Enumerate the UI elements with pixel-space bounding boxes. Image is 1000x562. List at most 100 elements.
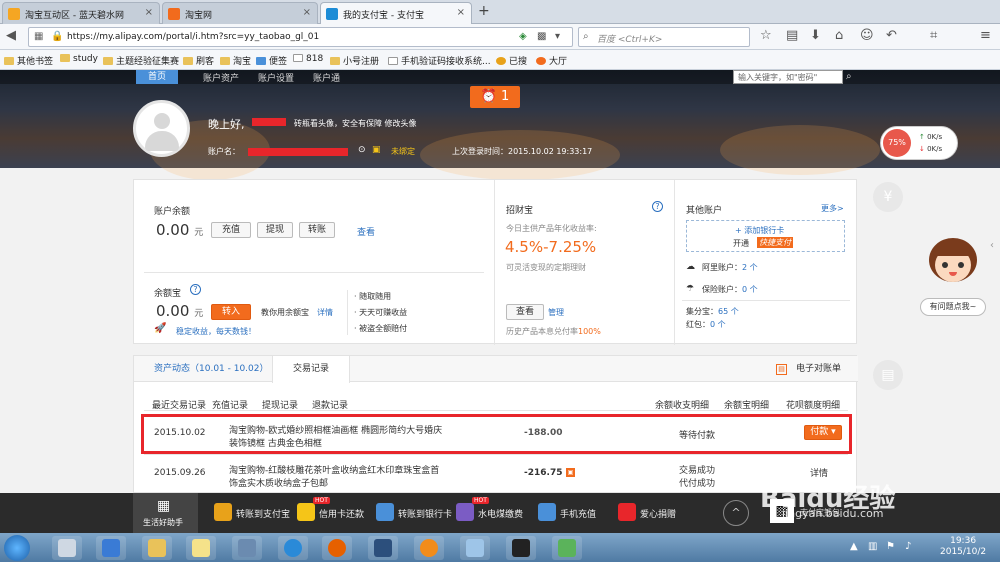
yuebao-detail-link[interactable]: 详情	[317, 307, 333, 318]
arrow-up-icon: ↑	[919, 133, 928, 141]
other-more-link[interactable]: 更多>	[821, 203, 844, 214]
bookmark-item[interactable]: 手机验证码接收系统...	[388, 54, 491, 67]
taskbar-app[interactable]	[186, 536, 216, 560]
avatar-tip[interactable]: 砖瓶看头像，安全有保障 修改头像	[294, 118, 417, 129]
tab-asset-activity[interactable]: 资产动态（10.01 - 10.02）	[154, 356, 269, 382]
note-icon	[256, 57, 266, 65]
record-date: 2015.09.26	[154, 468, 206, 478]
signal-icon[interactable]: ▲	[850, 541, 858, 552]
alarm-notification[interactable]: ⏰ 1	[470, 86, 520, 108]
taskbar-app[interactable]	[232, 536, 262, 560]
folder-icon	[183, 57, 193, 65]
menu-item-home[interactable]: 首页	[136, 70, 179, 84]
taskbar-app[interactable]	[142, 536, 172, 560]
zhaocaibao-manage-link[interactable]: 管理	[548, 307, 564, 318]
record-desc[interactable]: 淘宝购物-红酸枝雕花茶叶盒收纳盒红木印章珠宝盒首	[229, 463, 439, 476]
withdraw-button[interactable]: 提现	[257, 222, 293, 238]
undo-icon[interactable]: ↶	[886, 28, 897, 44]
taskbar-app[interactable]	[506, 536, 536, 560]
new-tab-icon[interactable]: +	[478, 3, 490, 19]
menu-item-tong[interactable]: 账户通	[313, 71, 340, 84]
user-icon[interactable]: ⊙	[358, 145, 366, 155]
flag-icon[interactable]: ⚑	[886, 541, 895, 552]
taobao-favicon-icon	[168, 8, 180, 20]
credit-card-icon	[297, 503, 315, 521]
recharge-button[interactable]: 充值	[211, 222, 251, 238]
tab-taobao-forum[interactable]: 淘宝互动区 - 蓝天碧水网 ×	[2, 2, 160, 24]
lobby-icon	[536, 57, 546, 65]
start-button[interactable]	[4, 535, 30, 561]
yen-icon[interactable]: ¥	[873, 182, 903, 212]
taskbar-app[interactable]	[552, 536, 582, 560]
balance-view-link[interactable]: 查看	[357, 225, 375, 238]
tab-taobao[interactable]: 淘宝网 ×	[162, 2, 318, 24]
transfer-button[interactable]: 转账	[299, 222, 335, 238]
home-icon[interactable]: ⌂	[835, 28, 843, 44]
search-icon[interactable]: ⌕	[846, 71, 852, 82]
phone-icon[interactable]: ▣	[372, 145, 381, 155]
yuebao-promo[interactable]: 稳定收益，每天数钱！	[176, 326, 256, 337]
search-box[interactable]: ⌕ 百度 <Ctrl+K>	[578, 27, 750, 47]
unbound-link[interactable]: 未绑定	[391, 146, 415, 157]
bookmark-item[interactable]: 小号注册	[330, 54, 379, 67]
help-girl-icon[interactable]	[925, 238, 980, 293]
menu-icon[interactable]: ≡	[980, 28, 991, 44]
avatar[interactable]	[133, 100, 190, 157]
help-bubble[interactable]: 有问题点我~	[920, 298, 986, 316]
network-icon[interactable]: ▥	[868, 541, 877, 552]
menu-item-assets[interactable]: 账户资产	[203, 71, 239, 84]
side-arrow-icon[interactable]: ‹	[990, 240, 994, 251]
bookmark-item[interactable]: 便签	[256, 54, 287, 67]
close-tab-icon[interactable]: ×	[457, 7, 465, 18]
star-icon[interactable]: ☆	[760, 28, 772, 44]
folder-icon	[4, 57, 14, 65]
dropdown-icon[interactable]: ▾	[555, 31, 560, 42]
shield-icon[interactable]: ◈	[519, 31, 527, 42]
download-icon[interactable]: ⬇	[810, 28, 821, 44]
calendar-icon[interactable]: ▤	[873, 360, 903, 390]
e-bill-link[interactable]: 电子对账单	[796, 356, 841, 382]
bookmark-item[interactable]: 刷客	[183, 54, 214, 67]
add-card-link[interactable]: + 添加银行卡	[735, 225, 784, 236]
site-search-input[interactable]: 输入关键字，如"密码"	[733, 70, 843, 84]
taskbar-app[interactable]	[368, 536, 398, 560]
reader-icon[interactable]: ▤	[786, 28, 798, 44]
collapse-up-icon[interactable]: ^	[723, 500, 749, 526]
assistant-tile[interactable]: ▦ 生活好助手	[133, 493, 198, 533]
record-desc[interactable]: 饰盒实木质收纳盒子包邮	[229, 476, 328, 489]
bookmark-item[interactable]: 大厅	[536, 54, 567, 67]
help-icon[interactable]: ?	[652, 201, 663, 212]
bookmark-item[interactable]: 其他书签	[4, 54, 53, 67]
taskbar-app[interactable]	[96, 536, 126, 560]
taskbar-app[interactable]	[414, 536, 444, 560]
yuebao-feature: · 天天可赚收益	[354, 308, 408, 317]
close-tab-icon[interactable]: ×	[303, 7, 311, 18]
qr-icon[interactable]: ▩	[537, 31, 546, 42]
taskbar-app[interactable]	[460, 536, 490, 560]
taskbar-app[interactable]	[52, 536, 82, 560]
bookmark-item[interactable]: 主题经验征集赛	[103, 54, 179, 67]
bookmark-item[interactable]: study	[60, 54, 98, 64]
tab-trade-records[interactable]: 交易记录	[272, 356, 350, 383]
taskbar-app[interactable]	[278, 536, 308, 560]
volume-icon[interactable]: ♪	[905, 541, 911, 552]
help-icon[interactable]: ?	[190, 284, 201, 295]
taskbar-firefox[interactable]	[322, 536, 352, 560]
crop-icon[interactable]: ⌗	[930, 28, 937, 44]
back-icon[interactable]: ◀	[6, 28, 16, 44]
yuebao-in-button[interactable]: 转入	[211, 304, 251, 320]
tab-alipay[interactable]: 我的支付宝 - 支付宝 ×	[320, 2, 472, 25]
chat-icon[interactable]: ☺	[860, 28, 874, 44]
bookmark-item[interactable]: 淘宝	[220, 54, 251, 67]
add-bank-card-box[interactable]: + 添加银行卡 开通 快捷支付	[686, 220, 845, 252]
menu-item-settings[interactable]: 账户设置	[258, 71, 294, 84]
clock[interactable]: 19:36 2015/10/2	[940, 536, 986, 558]
zhaocaibao-view-button[interactable]: 查看	[506, 304, 544, 320]
bookmark-item[interactable]: 已搜	[496, 54, 527, 67]
app-icon	[284, 539, 302, 557]
yuebao-feature: · 随取随用	[354, 292, 392, 301]
quick-pay-badge[interactable]: 快捷支付	[757, 237, 793, 248]
bookmark-item[interactable]: 818	[293, 54, 323, 64]
close-tab-icon[interactable]: ×	[145, 7, 153, 18]
url-bar[interactable]: ▦ 🔒 https://my.alipay.com/portal/i.htm?s…	[28, 27, 573, 47]
